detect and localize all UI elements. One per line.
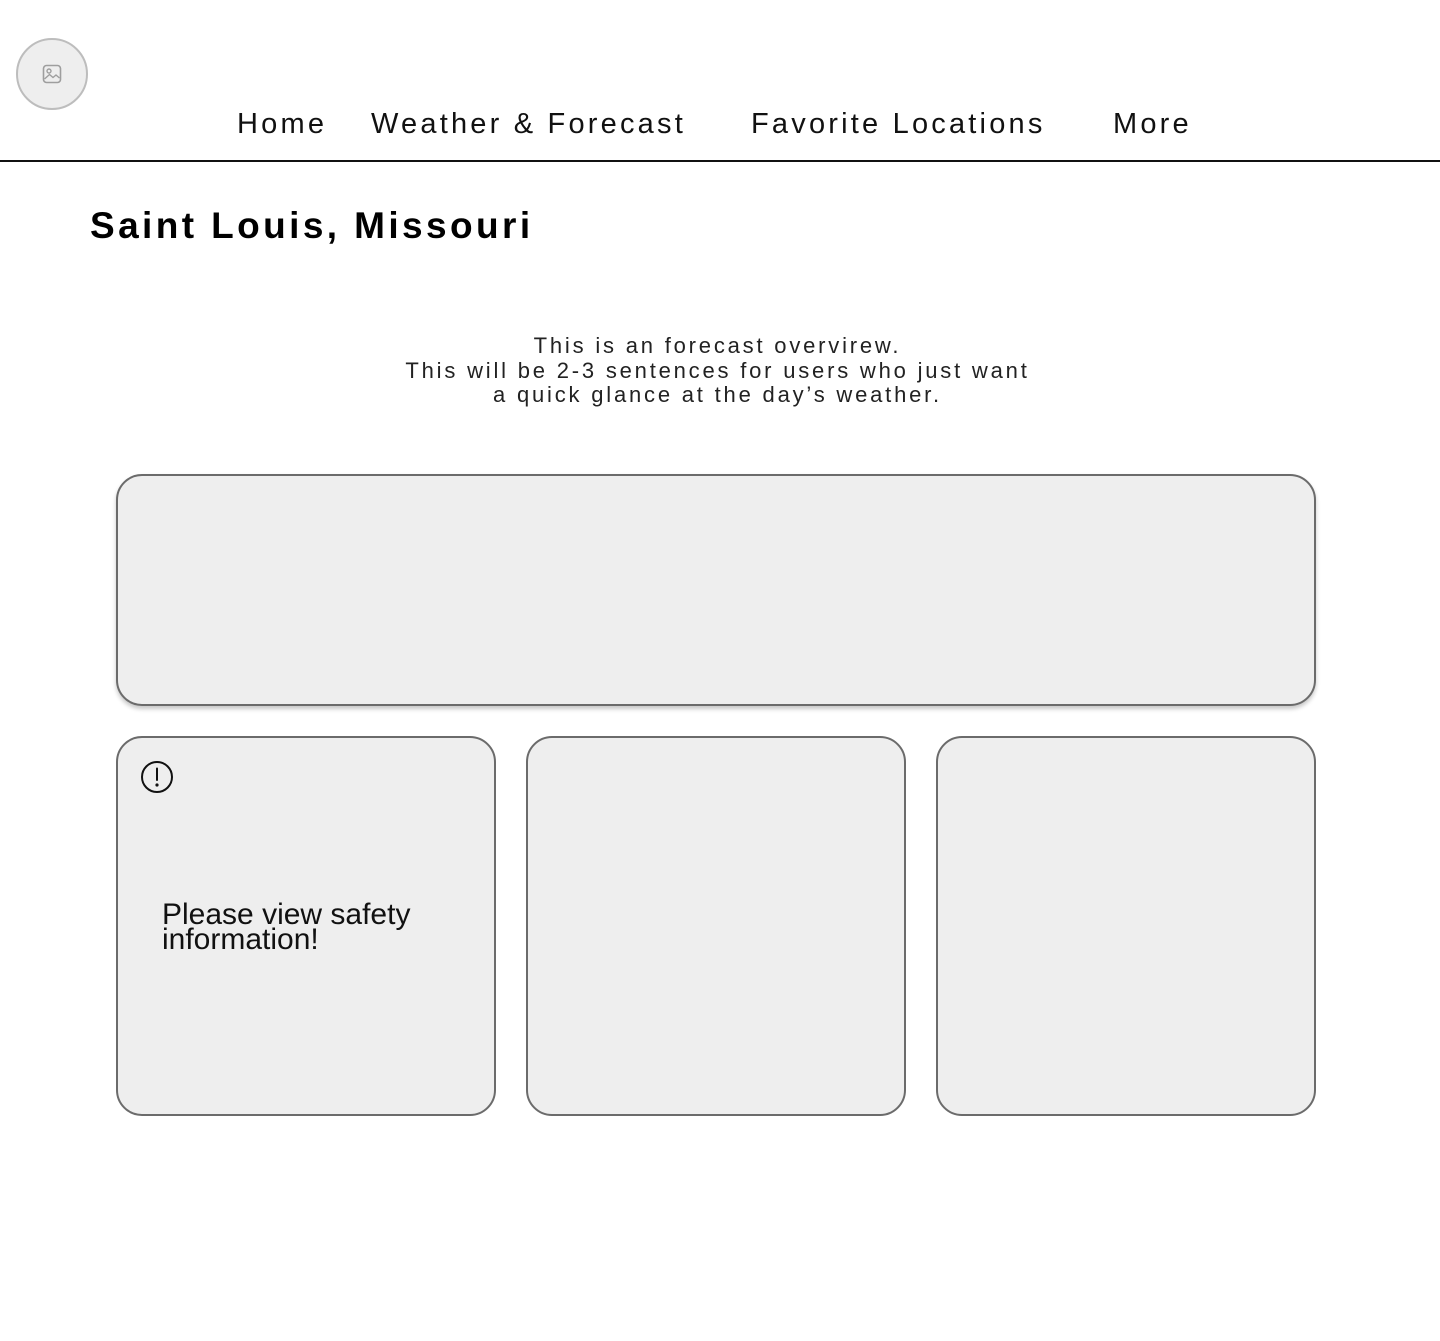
- page: Home Weather & Forecast Favorite Locatio…: [0, 0, 1440, 1341]
- safety-card[interactable]: Please view safety information!: [116, 736, 496, 1116]
- header-divider: [0, 160, 1440, 162]
- info-card-3[interactable]: [936, 736, 1316, 1116]
- overview-line-3: a quick glance at the day’s weather.: [493, 382, 942, 407]
- info-card-2[interactable]: [526, 736, 906, 1116]
- main-nav: Home Weather & Forecast Favorite Locatio…: [0, 106, 1440, 142]
- overview-line-1: This is an forecast overvirew.: [533, 333, 902, 358]
- logo-image-placeholder[interactable]: [16, 38, 88, 110]
- nav-home[interactable]: Home: [237, 106, 327, 142]
- nav-more[interactable]: More: [1113, 106, 1192, 142]
- nav-favorite-locations[interactable]: Favorite Locations: [751, 106, 1046, 142]
- page-title: Saint Louis, Missouri: [90, 205, 534, 246]
- forecast-summary-card[interactable]: [116, 474, 1316, 706]
- image-placeholder-icon: [42, 64, 62, 84]
- forecast-overview: This is an forecast overvirew. This will…: [270, 333, 1165, 408]
- safety-info-text: Please view safety information!: [162, 898, 411, 956]
- overview-line-2: This will be 2-3 sentences for users who…: [405, 357, 1030, 383]
- nav-weather-forecast[interactable]: Weather & Forecast: [371, 106, 686, 142]
- alert-circle-icon: [140, 760, 174, 794]
